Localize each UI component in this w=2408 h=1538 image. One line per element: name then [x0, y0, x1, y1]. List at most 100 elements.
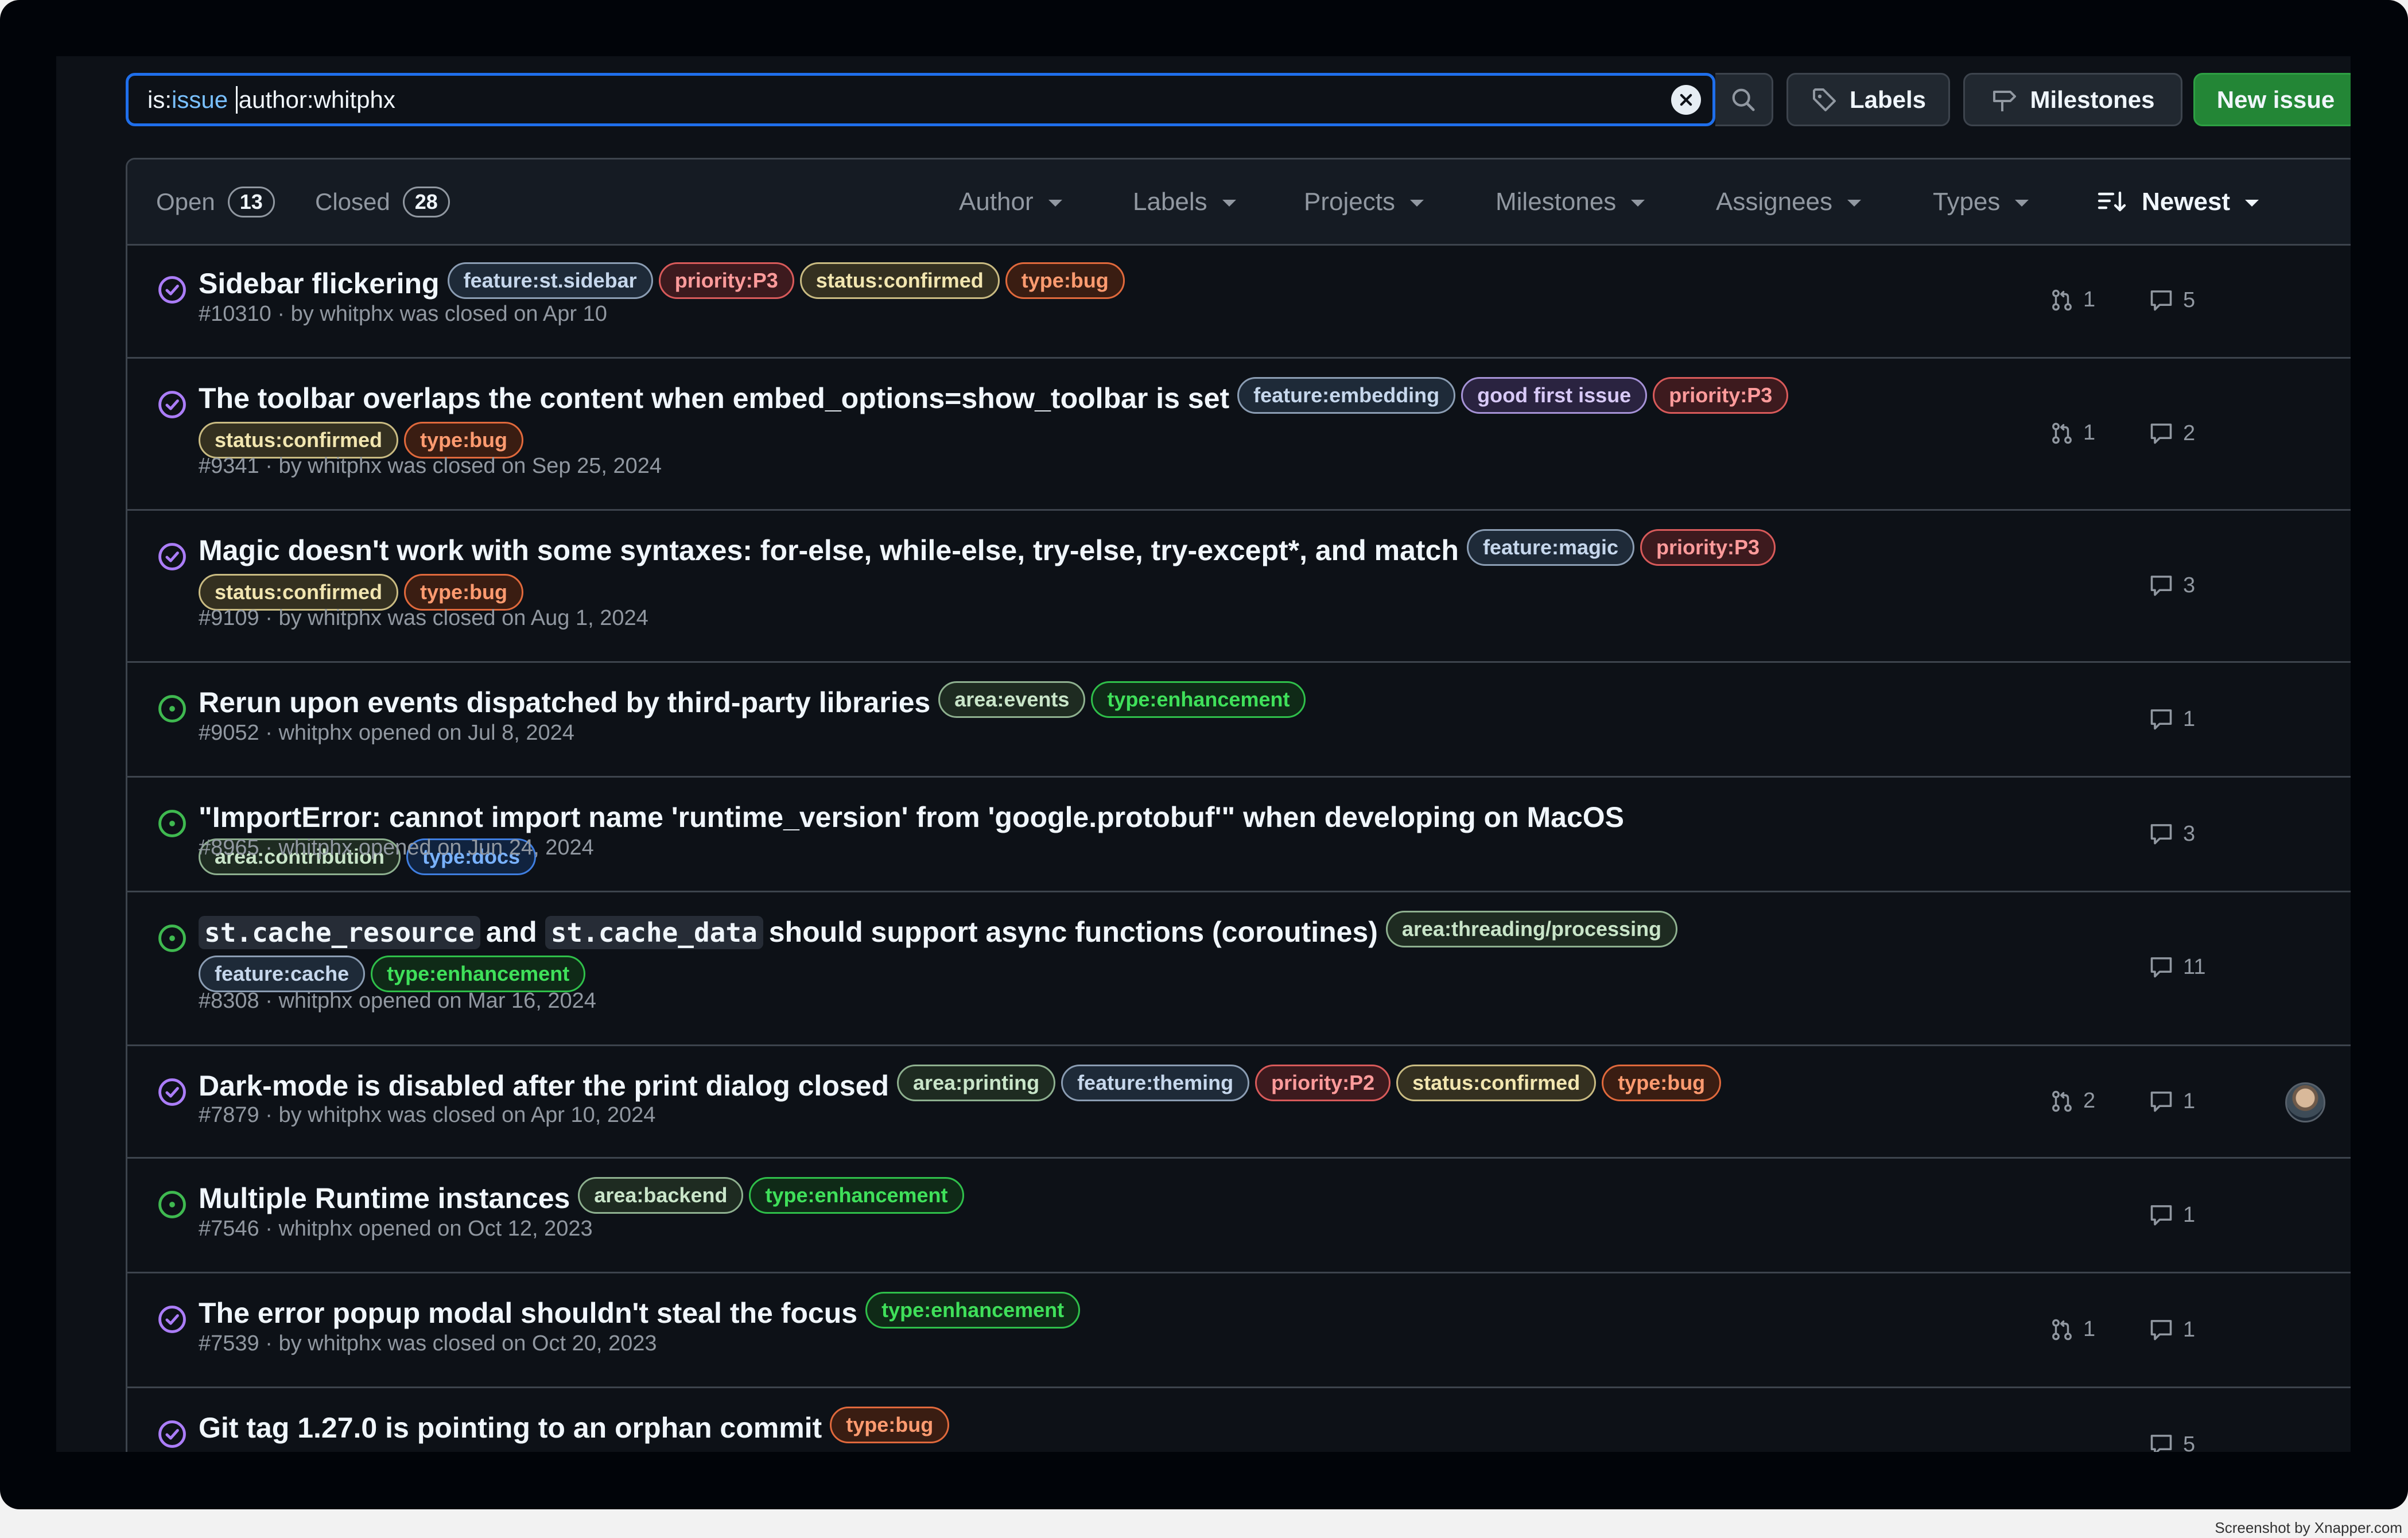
labels-button-label: Labels — [1849, 86, 1927, 113]
milestones-button-label: Milestones — [2030, 86, 2155, 113]
comments-link[interactable]: 5 — [2149, 1432, 2195, 1452]
comments-link[interactable]: 3 — [2149, 821, 2195, 846]
types-filter[interactable]: Types — [1933, 160, 2029, 244]
milestones-filter[interactable]: Milestones — [1496, 160, 1645, 244]
issue-meta: #8965 · whitphx opened on Jun 24, 2024 — [199, 836, 594, 860]
issue-row[interactable]: Sidebar flickering feature:st.sidebar prio… — [127, 244, 2351, 359]
issue-title-link[interactable]: Magic doesn't work with some syntaxes: f… — [199, 534, 1459, 566]
assignee-avatar[interactable] — [2285, 1082, 2325, 1123]
clear-search-button[interactable] — [1671, 84, 1701, 115]
comment-icon — [2150, 576, 2172, 596]
close-icon — [1680, 94, 1692, 106]
issue-title-link[interactable]: Multiple Runtime instances — [199, 1182, 570, 1214]
issue-closed-icon — [158, 276, 186, 304]
linked-pull-requests[interactable]: 1 — [2050, 288, 2095, 312]
issue-label[interactable]: type:bug — [830, 1406, 950, 1443]
projects-filter[interactable]: Projects — [1304, 160, 1424, 244]
issue-label[interactable]: status:confirmed — [199, 421, 399, 459]
assignees-filter[interactable]: Assignees — [1716, 160, 1862, 244]
issue-label[interactable]: type:enhancement — [749, 1176, 964, 1214]
issue-title-link[interactable]: The toolbar overlaps the content when em… — [199, 382, 1229, 414]
sort-filter-label: Newest — [2142, 187, 2231, 216]
issue-title-link[interactable]: Sidebar flickering — [199, 267, 440, 300]
issue-title-link[interactable]: The error popup modal shouldn't steal th… — [199, 1297, 857, 1329]
issue-label[interactable]: feature:magic — [1466, 529, 1635, 566]
comments-link[interactable]: 2 — [2149, 421, 2195, 446]
issue-row[interactable]: The toolbar overlaps the content when em… — [127, 359, 2351, 511]
issue-label[interactable]: area:backend — [578, 1176, 744, 1214]
issue-row[interactable]: Dark-mode is disabled after the print di… — [127, 1046, 2351, 1159]
comment-count: 1 — [2183, 706, 2196, 731]
issue-label[interactable]: status:confirmed — [799, 262, 1000, 299]
issue-label[interactable]: type:enhancement — [1091, 681, 1306, 718]
linked-pull-requests[interactable]: 1 — [2050, 1317, 2095, 1342]
issue-row[interactable]: Git tag 1.27.0 is pointing to an orphan … — [127, 1388, 2351, 1452]
search-button[interactable] — [1715, 73, 1773, 126]
issue-label[interactable]: feature:theming — [1061, 1064, 1250, 1101]
issue-label[interactable]: type:enhancement — [371, 955, 586, 992]
issue-label[interactable]: type:bug — [404, 421, 524, 459]
issue-label[interactable]: priority:P2 — [1255, 1064, 1391, 1101]
issue-label[interactable]: type:bug — [1602, 1064, 1722, 1101]
issue-title-link[interactable]: "ImportError: cannot import name 'runtim… — [199, 801, 1624, 833]
comments-link[interactable]: 3 — [2149, 573, 2195, 598]
search-query[interactable]: is: issue author:whitphx — [129, 76, 1671, 123]
linked-pull-requests[interactable]: 1 — [2050, 421, 2095, 445]
milestones-filter-label: Milestones — [1496, 187, 1617, 216]
tab-open-label: Open — [156, 188, 215, 215]
issue-row[interactable]: Multiple Runtime instances area:backend ty… — [127, 1159, 2351, 1273]
tab-open[interactable]: Open 13 — [156, 160, 275, 244]
comments-link[interactable]: 5 — [2149, 288, 2195, 313]
issue-state-indicator — [157, 694, 187, 724]
search-input[interactable]: is: issue author:whitphx — [126, 73, 1715, 126]
issue-row[interactable]: "ImportError: cannot import name 'runtim… — [127, 778, 2351, 892]
issue-row[interactable]: Rerun upon events dispatched by third-pa… — [127, 663, 2351, 778]
issue-label[interactable]: status:confirmed — [199, 573, 399, 611]
comments-link[interactable]: 11 — [2149, 954, 2205, 980]
comments-link[interactable]: 1 — [2149, 1202, 2195, 1228]
new-issue-button[interactable]: New issue — [2193, 73, 2351, 126]
issue-meta: #10310 · by whitphx was closed on Apr 10 — [199, 302, 607, 326]
issue-title-link[interactable]: Rerun upon events dispatched by third-pa… — [199, 686, 930, 718]
linked-pull-requests[interactable]: 2 — [2050, 1089, 2095, 1113]
comment-icon — [2150, 1092, 2172, 1112]
issue-label[interactable]: area:events — [938, 681, 1086, 718]
issue-label[interactable]: status:confirmed — [1396, 1064, 1597, 1101]
issue-label[interactable]: priority:P3 — [1640, 529, 1776, 566]
issue-row[interactable]: The error popup modal shouldn't steal th… — [127, 1273, 2351, 1388]
issue-title-line: Sidebar flickering feature:st.sidebar prio… — [199, 262, 1840, 307]
milestones-button[interactable]: Milestones — [1963, 73, 2182, 126]
issue-label[interactable]: feature:embedding — [1237, 376, 1456, 414]
issue-label[interactable]: area:printing — [897, 1064, 1056, 1101]
labels-button[interactable]: Labels — [1786, 73, 1950, 126]
issue-title-code[interactable]: st.cache_data — [545, 916, 763, 949]
issue-label[interactable]: priority:P3 — [1653, 376, 1789, 414]
issue-label[interactable]: feature:cache — [199, 955, 366, 992]
issue-title-link[interactable]: should support async functions (coroutin… — [769, 916, 1378, 948]
comments-link[interactable]: 1 — [2149, 1089, 2195, 1114]
issue-row[interactable]: st.cache_resource and st.cache_data should … — [127, 892, 2351, 1046]
issue-label[interactable]: good first issue — [1461, 376, 1648, 414]
new-issue-button-label: New issue — [2216, 86, 2335, 113]
comments-link[interactable]: 1 — [2149, 706, 2195, 732]
issue-label[interactable]: area:threading/processing — [1385, 910, 1678, 947]
issue-label[interactable]: type:bug — [404, 573, 524, 611]
issue-title-link[interactable]: Git tag 1.27.0 is pointing to an orphan … — [199, 1412, 822, 1444]
issue-title-code[interactable]: st.cache_resource — [199, 916, 480, 949]
comment-count: 11 — [2183, 954, 2206, 979]
comments-link[interactable]: 1 — [2149, 1317, 2195, 1342]
issue-label[interactable]: feature:st.sidebar — [447, 262, 653, 299]
labels-filter[interactable]: Labels — [1133, 160, 1236, 244]
issue-meta: #8308 · whitphx opened on Mar 16, 2024 — [199, 989, 596, 1013]
sort-filter[interactable]: Newest — [2097, 160, 2259, 244]
issue-label[interactable]: type:bug — [1005, 262, 1125, 299]
tab-closed[interactable]: Closed 28 — [315, 160, 450, 244]
issue-title-link[interactable]: and — [486, 916, 537, 948]
issue-label[interactable]: priority:P3 — [658, 262, 794, 299]
issue-state-indicator — [157, 809, 187, 838]
issue-label[interactable]: type:enhancement — [865, 1291, 1081, 1329]
author-filter[interactable]: Author — [959, 160, 1062, 244]
issue-row[interactable]: Magic doesn't work with some syntaxes: f… — [127, 511, 2351, 663]
issue-closed-icon — [158, 1078, 186, 1106]
issue-title-link[interactable]: Dark-mode is disabled after the print di… — [199, 1070, 889, 1102]
